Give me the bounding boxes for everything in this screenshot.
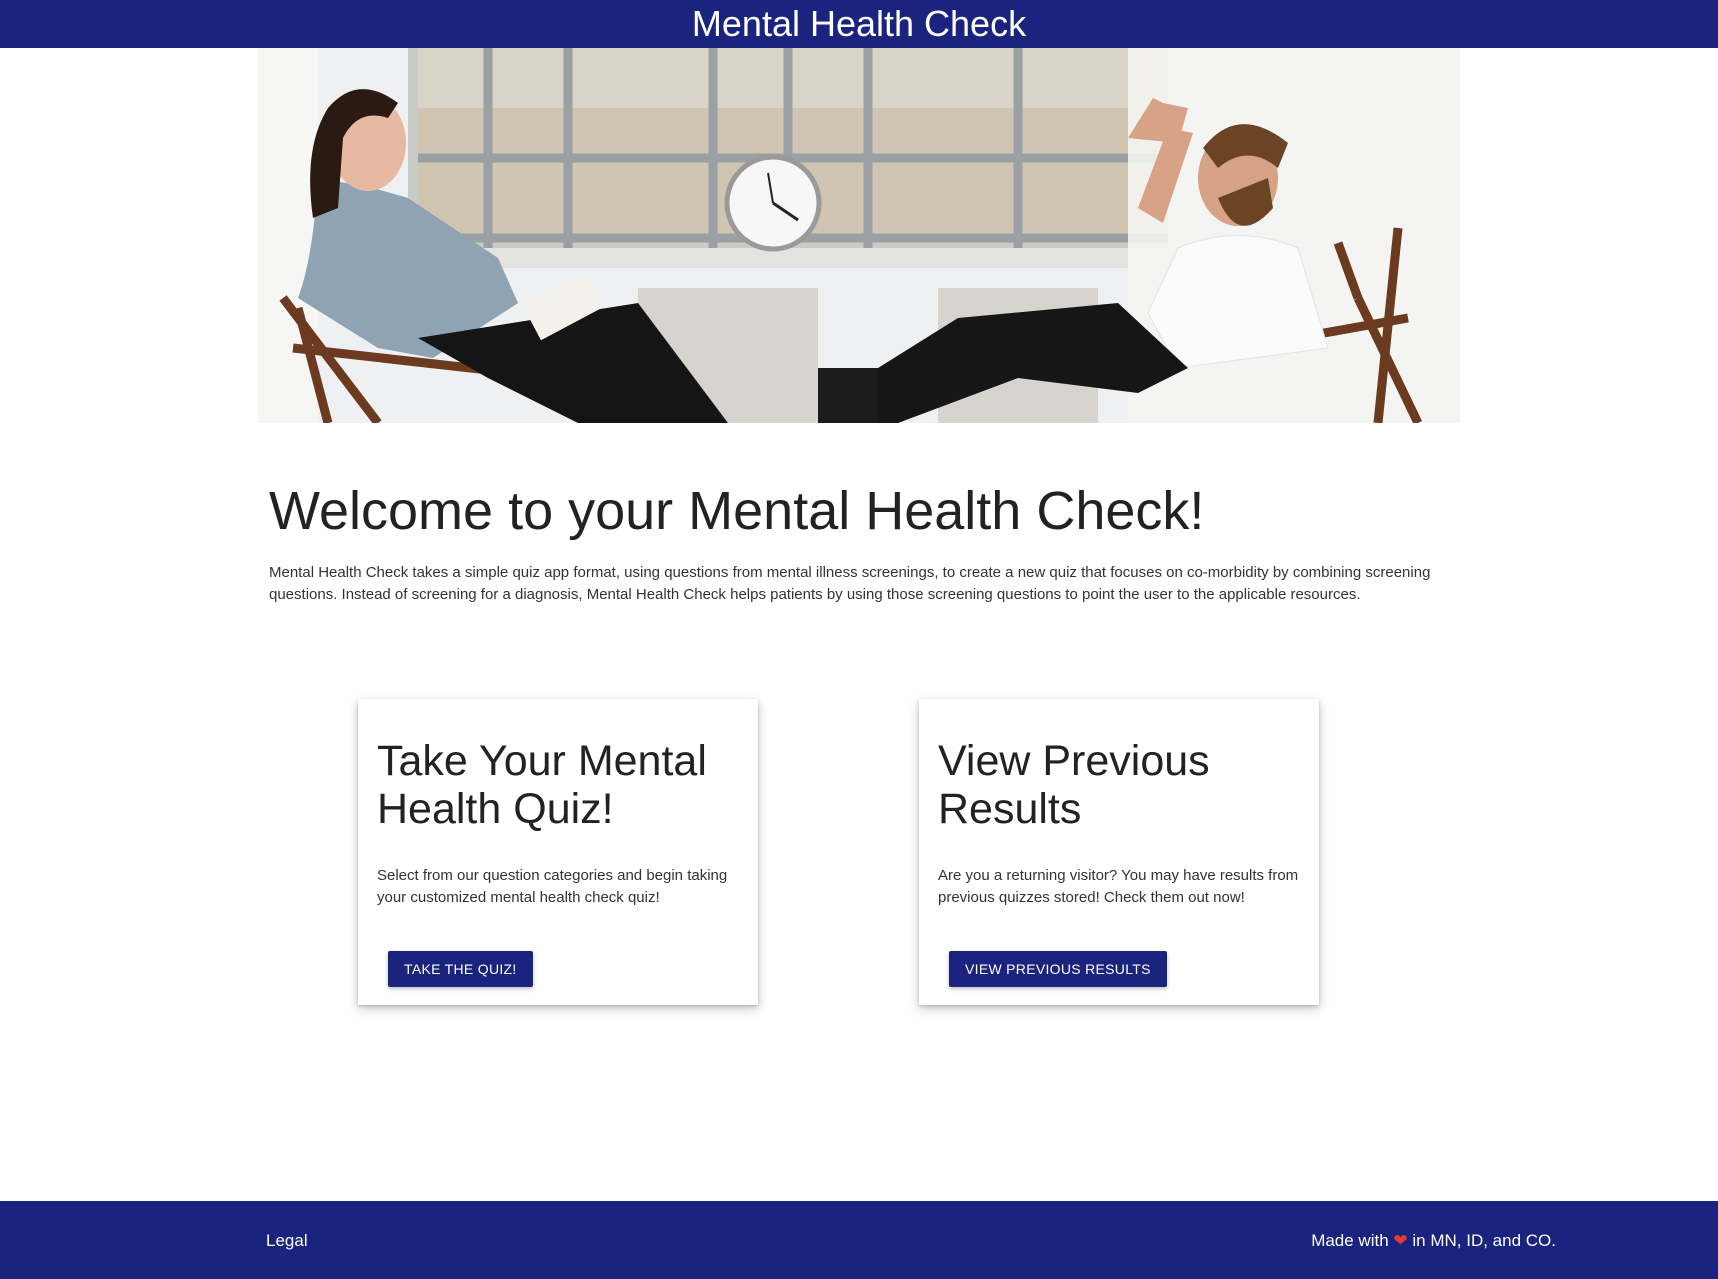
take-quiz-card-title: Take Your Mental Health Quiz!	[377, 737, 707, 833]
welcome-description: Mental Health Check takes a simple quiz …	[269, 564, 1431, 603]
legal-link[interactable]: Legal	[266, 1231, 308, 1251]
welcome-heading: Welcome to your Mental Health Check!	[269, 481, 1205, 541]
app-title: Mental Health Check	[691, 3, 1027, 44]
previous-results-card-title: View Previous Results	[938, 737, 1210, 833]
top-app-bar: Mental Health Check	[0, 0, 1718, 48]
take-quiz-button[interactable]: Take the Quiz!	[388, 951, 533, 987]
previous-results-card: View Previous Results Are you a returnin…	[919, 699, 1319, 1005]
made-with-prefix: Made with	[1311, 1231, 1389, 1250]
made-with-suffix: in MN, ID, and CO.	[1412, 1231, 1556, 1250]
hero-image	[258, 48, 1460, 423]
take-quiz-card-text: Select from our question categories and …	[377, 867, 728, 906]
footer: Legal Made with ❤ in MN, ID, and CO.	[0, 1201, 1718, 1279]
view-previous-results-button[interactable]: View Previous Results	[949, 951, 1167, 987]
made-with-text: Made with ❤ in MN, ID, and CO.	[1311, 1231, 1556, 1251]
previous-results-card-text: Are you a returning visitor? You may hav…	[938, 867, 1299, 906]
take-quiz-card: Take Your Mental Health Quiz! Select fro…	[358, 699, 758, 1005]
hero-illustration	[258, 48, 1460, 423]
heart-icon: ❤	[1393, 1231, 1408, 1250]
welcome-section: Welcome to your Mental Health Check! Men…	[269, 478, 1449, 606]
